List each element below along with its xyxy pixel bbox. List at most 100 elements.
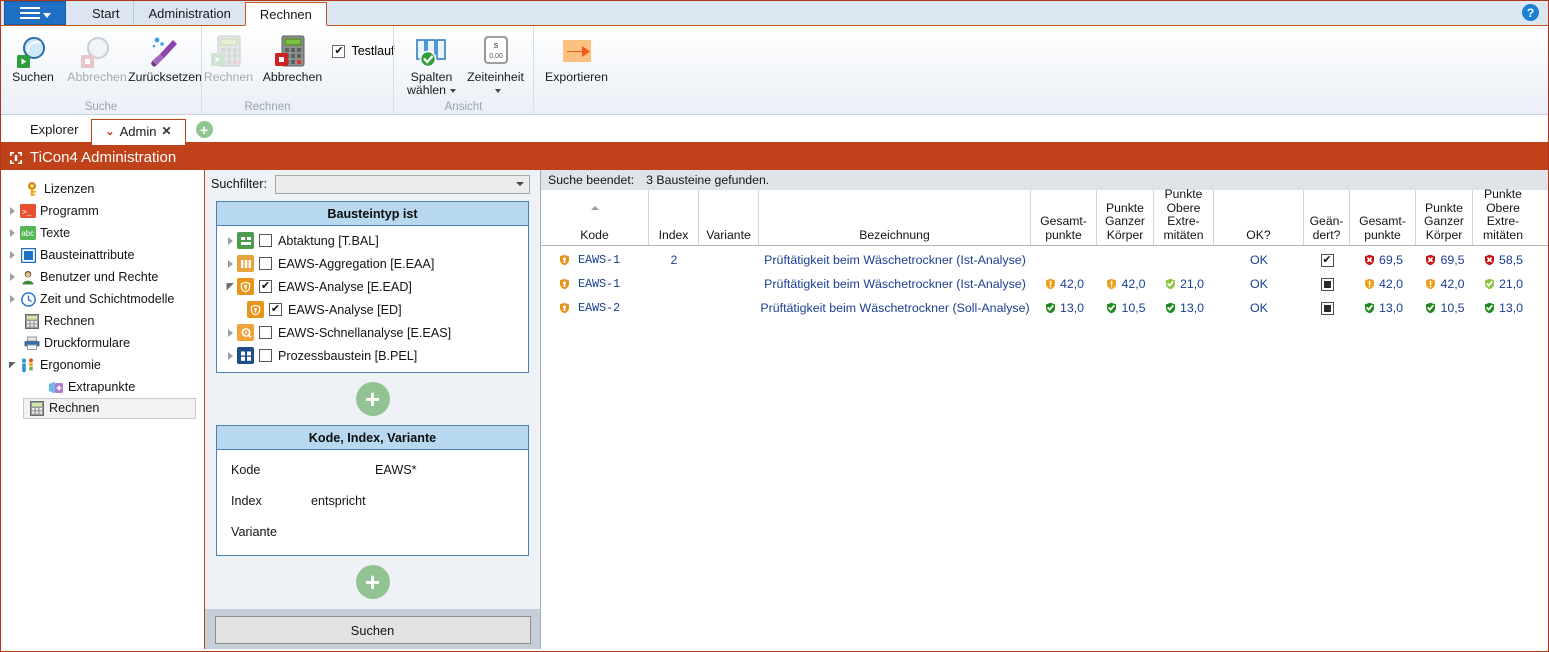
kode-row[interactable]: Kode EAWS* [217, 454, 528, 485]
filter-node-eaws-aggregation[interactable]: EAWS-Aggregation [E.EAA] [217, 252, 528, 275]
sidebar-item-texte[interactable]: abc Texte [1, 222, 204, 244]
geaendert-checkbox[interactable] [1320, 277, 1334, 291]
sidebar-item-extrapunkte[interactable]: Extrapunkte [1, 376, 204, 398]
sidebar-item-lizenzen[interactable]: Lizenzen [1, 178, 204, 200]
extrapoints-icon [47, 380, 65, 395]
column-header-extremitaeten-1[interactable]: Punkte Obere Extre-mitäten [1154, 187, 1214, 245]
expander-collapsed-icon[interactable] [5, 273, 19, 281]
column-header-label: Kode [580, 227, 609, 242]
add-tab-button[interactable]: + [195, 121, 213, 138]
filter-checkbox[interactable]: ✔ [259, 280, 272, 293]
cell-value: 42,0 [1378, 277, 1404, 291]
zeiteinheit-button[interactable]: s 0,00 Zeiteinheit [464, 30, 528, 98]
sidebar-item-rechnen-ergonomie[interactable]: Rechnen [23, 398, 196, 419]
expander-collapsed-icon[interactable] [223, 351, 237, 360]
filter-node-abtaktung[interactable]: Abtaktung [T.BAL] [217, 229, 528, 252]
filter-checkbox[interactable] [259, 257, 272, 270]
column-header-geaendert[interactable]: Geän-dert? [1304, 190, 1350, 245]
filter-node-eaws-analyse-ed[interactable]: ✔ EAWS-Analyse [ED] [217, 298, 528, 321]
sidebar-item-programm[interactable]: >_ Programm [1, 200, 204, 222]
shield-orange-warning-icon [1424, 277, 1437, 291]
sidebar-item-ergonomie[interactable]: Ergonomie [1, 354, 204, 376]
table-row[interactable]: EAWS-2 Prüftätigkeit beim Wäschetrockner… [541, 296, 1548, 320]
expander-collapsed-icon[interactable] [223, 236, 237, 245]
column-header-gesamtpunkte-2[interactable]: Gesamt-punkte [1350, 190, 1416, 245]
sidebar-item-rechnen-root[interactable]: Rechnen [1, 310, 204, 332]
column-header-extremitaeten-2[interactable]: Punkte Obere Extre-mitäten [1473, 187, 1533, 245]
column-header-kode[interactable]: Kode [541, 190, 649, 245]
sidebar-item-benutzer-und-rechte[interactable]: Benutzer und Rechte [1, 266, 204, 288]
column-header-bezeichnung[interactable]: Bezeichnung [759, 190, 1031, 245]
cell-geaendert[interactable] [1304, 296, 1350, 320]
cell-geaendert[interactable]: ✔ [1304, 248, 1350, 272]
shield-green-check-icon [1105, 301, 1118, 315]
shield-orange-warning-icon [1044, 277, 1057, 291]
help-icon[interactable]: ? [1522, 4, 1539, 21]
cell-ganzer-koerper-2: 42,0 [1416, 272, 1473, 296]
expander-expanded-icon[interactable] [223, 282, 237, 291]
spalten-waehlen-text: Spalten wählen [407, 70, 453, 97]
svg-text:0,00: 0,00 [489, 53, 503, 60]
suchen-button[interactable]: Suchen [1, 30, 65, 92]
doc-tab-explorer[interactable]: Explorer [17, 116, 91, 142]
index-value: entspricht [311, 493, 366, 508]
search-filter-combobox[interactable] [275, 174, 530, 194]
sidebar-item-zeit-und-schichtmodelle[interactable]: Zeit und Schichtmodelle [1, 288, 204, 310]
filter-checkbox[interactable]: ✔ [269, 303, 282, 316]
index-row[interactable]: Index entspricht [217, 485, 528, 516]
abbrechen-rechnen-button[interactable]: Abbrechen [260, 30, 324, 92]
column-header-ok[interactable]: OK? [1214, 190, 1304, 245]
zuruecksetzen-button[interactable]: Zurücksetzen [128, 30, 202, 92]
rechnen-button[interactable]: Rechnen [196, 30, 260, 92]
expander-collapsed-icon[interactable] [223, 259, 237, 268]
filter-checkbox[interactable] [259, 326, 272, 339]
ribbon-tab-administration[interactable]: Administration [133, 1, 244, 25]
column-header-variante[interactable]: Variante [699, 190, 759, 245]
expander-collapsed-icon[interactable] [5, 207, 19, 215]
cell-value: 21,0 [1179, 277, 1205, 291]
filter-node-prozessbaustein[interactable]: Prozessbaustein [B.PEL] [217, 344, 528, 367]
close-icon[interactable]: ✕ [162, 124, 172, 138]
ribbon-tab-start[interactable]: Start [78, 1, 133, 25]
zeiteinheit-text: Zeiteinheit [467, 70, 524, 84]
exportieren-button[interactable]: Exportieren [540, 30, 614, 92]
filter-node-eaws-schnellanalyse[interactable]: EAWS-Schnellanalyse [E.EAS] [217, 321, 528, 344]
geaendert-checkbox[interactable] [1320, 301, 1334, 315]
testlauf-checkbox[interactable]: ✔ Testlauf [332, 44, 395, 58]
filter-node-eaws-analyse[interactable]: ✔ EAWS-Analyse [E.EAD] [217, 275, 528, 298]
column-header-index[interactable]: Index [649, 190, 699, 245]
app-menu-button[interactable] [4, 1, 66, 25]
add-kode-filter-button[interactable]: + [355, 565, 390, 599]
bausteintyp-filter-card: Bausteintyp ist Abtaktung [T.BAL] EAWS-A… [216, 201, 529, 373]
sidebar-item-bausteinattribute[interactable]: Bausteinattribute [1, 244, 204, 266]
abbrechen-suche-button[interactable]: Abbrechen [65, 30, 129, 92]
expander-collapsed-icon[interactable] [5, 251, 19, 259]
column-header-label: OK? [1246, 227, 1271, 242]
chevron-down-icon[interactable]: ⌄ [105, 125, 114, 138]
geaendert-checkbox[interactable]: ✔ [1320, 253, 1334, 267]
column-header-ganzer-koerper-1[interactable]: Punkte Ganzer Körper [1097, 190, 1154, 245]
column-header-gesamtpunkte-1[interactable]: Gesamt-punkte [1031, 190, 1097, 245]
expander-expanded-icon[interactable] [5, 361, 19, 370]
cell-gesamtpunkte-1: 13,0 [1031, 296, 1097, 320]
doc-tab-admin[interactable]: ⌄ Admin ✕ [91, 119, 186, 145]
column-header-ganzer-koerper-2[interactable]: Punkte Ganzer Körper [1416, 190, 1473, 245]
cell-ganzer-koerper-2: 10,5 [1416, 296, 1473, 320]
table-row[interactable]: EAWS-1 2 Prüftätigkeit beim Wäschetrockn… [541, 248, 1548, 272]
variante-row[interactable]: Variante [217, 516, 528, 547]
ribbon-tab-rechnen[interactable]: Rechnen [244, 2, 327, 26]
expander-collapsed-icon[interactable] [5, 229, 19, 237]
add-bausteintyp-filter-button[interactable]: + [355, 382, 390, 416]
suchen-button-bottom[interactable]: Suchen [214, 616, 531, 644]
sidebar-item-druckformulare[interactable]: Druckformulare [1, 332, 204, 354]
cell-value: 10,5 [1121, 301, 1146, 315]
column-header-label: Gesamt-punkte [1040, 214, 1087, 242]
spalten-waehlen-button[interactable]: Spalten wählen [400, 30, 464, 98]
expander-collapsed-icon[interactable] [5, 295, 19, 303]
cell-geaendert[interactable] [1304, 272, 1350, 296]
expander-collapsed-icon[interactable] [223, 328, 237, 337]
filter-checkbox[interactable] [259, 349, 272, 362]
cell-bezeichnung: Prüftätigkeit beim Wäschetrockner (Soll-… [760, 301, 1030, 315]
filter-checkbox[interactable] [259, 234, 272, 247]
table-row[interactable]: EAWS-1 Prüftätigkeit beim Wäschetrockner… [541, 272, 1548, 296]
